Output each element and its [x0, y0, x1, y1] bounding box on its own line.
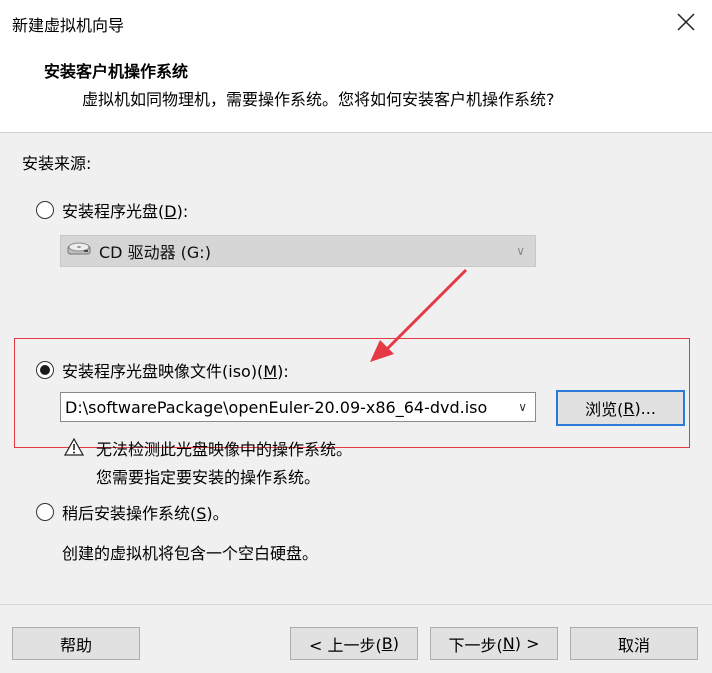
radio-dot: [40, 365, 50, 375]
iso-path-combobox[interactable]: ∨: [60, 392, 536, 422]
iso-path-input[interactable]: [65, 397, 495, 417]
warning-line-1: 无法检测此光盘映像中的操作系统。: [96, 440, 353, 459]
chevron-down-icon[interactable]: ∨: [518, 400, 527, 414]
help-button[interactable]: 帮助: [12, 627, 140, 660]
radio-circle[interactable]: [36, 201, 54, 219]
radio-circle-selected[interactable]: [36, 361, 54, 379]
radio-install-iso-label: 安装程序光盘映像文件(iso)(M):: [62, 362, 289, 381]
warning-line-2: 您需要指定要安装的操作系统。: [96, 468, 321, 487]
cd-drive-value: CD 驱动器 (G:): [99, 243, 211, 262]
close-button[interactable]: [674, 10, 698, 34]
install-source-label: 安装来源:: [22, 154, 92, 173]
back-button[interactable]: < 上一步(B): [290, 627, 418, 660]
radio-install-later-label: 稍后安装操作系统(S)。: [62, 504, 229, 523]
chevron-down-icon: ∨: [516, 244, 525, 258]
cancel-button[interactable]: 取消: [570, 627, 698, 660]
wizard-header: 新建虚拟机向导 安装客户机操作系统 虚拟机如同物理机，需要操作系统。您将如何安装…: [0, 0, 712, 133]
page-heading: 安装客户机操作系统: [44, 62, 189, 81]
warning-icon: [63, 437, 85, 460]
window-title: 新建虚拟机向导: [12, 16, 125, 35]
close-icon: [677, 13, 695, 31]
radio-install-later[interactable]: 稍后安装操作系统(S)。: [36, 500, 229, 524]
cd-drive-select[interactable]: CD 驱动器 (G:) ∨: [60, 235, 536, 267]
footer-divider: [0, 604, 712, 605]
install-later-description: 创建的虚拟机将包含一个空白硬盘。: [62, 544, 319, 563]
next-button[interactable]: 下一步(N) >: [430, 627, 558, 660]
radio-install-disc-label: 安装程序光盘(D):: [62, 202, 189, 221]
page-description: 虚拟机如同物理机，需要操作系统。您将如何安装客户机操作系统?: [82, 90, 555, 109]
iso-warning: 无法检测此光盘映像中的操作系统。 您需要指定要安装的操作系统。: [63, 436, 353, 492]
radio-install-disc[interactable]: 安装程序光盘(D):: [36, 198, 188, 222]
radio-circle[interactable]: [36, 503, 54, 521]
browse-button[interactable]: 浏览(R)...: [556, 390, 685, 426]
radio-install-iso[interactable]: 安装程序光盘映像文件(iso)(M):: [36, 358, 289, 382]
cd-drive-icon: [67, 240, 91, 262]
